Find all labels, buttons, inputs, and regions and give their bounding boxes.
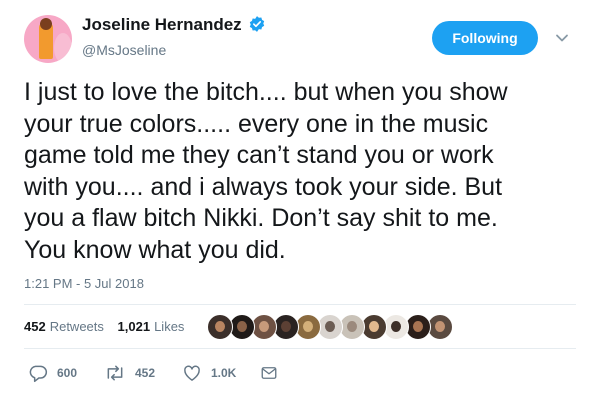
liker-avatar-face: [369, 321, 379, 332]
likes-stat[interactable]: 1,021 Likes: [118, 319, 185, 334]
reply-icon: [28, 363, 48, 383]
liker-avatar-face: [215, 321, 225, 332]
tweet-text-line: you a flaw bitch Nikki. Don’t say shit t…: [24, 204, 498, 233]
tweet-text-line: game told me they can’t stand you or wor…: [24, 141, 494, 170]
tweet-text-line: You know what you did.: [24, 235, 286, 264]
engagement-stats: 452 Retweets 1,021 Likes: [24, 319, 194, 334]
avatar-head: [40, 18, 52, 30]
liker-avatar-face: [391, 321, 401, 332]
chevron-down-icon[interactable]: [554, 30, 570, 46]
liker-avatar-face: [303, 321, 313, 332]
tweet-text-line: your true colors..... every one in the m…: [24, 109, 489, 138]
divider: [24, 348, 576, 349]
avatar[interactable]: [24, 15, 72, 63]
liker-avatar[interactable]: [207, 314, 233, 340]
like-button[interactable]: 1.0K: [182, 363, 236, 383]
retweet-count: 452: [135, 366, 156, 380]
likes-label: Likes: [154, 319, 185, 334]
tweet-timestamp[interactable]: 1:21 PM - 5 Jul 2018: [24, 276, 144, 291]
tweet-text: I just to love the bitch.... but when yo…: [24, 77, 584, 267]
liker-avatar-face: [259, 321, 269, 332]
heart-icon: [182, 363, 202, 383]
liker-avatar-face: [325, 321, 335, 332]
retweet-button[interactable]: 452: [104, 363, 155, 383]
retweets-count: 452: [24, 319, 46, 334]
display-name[interactable]: Joseline Hernandez: [82, 15, 242, 34]
tweet-text-line: with you.... and i always took your side…: [24, 172, 503, 201]
retweets-label: Retweets: [49, 319, 104, 334]
avatar-glow: [54, 33, 72, 63]
following-button[interactable]: Following: [432, 21, 538, 55]
tweet-text-line: I just to love the bitch.... but when yo…: [24, 78, 508, 106]
like-count: 1.0K: [211, 366, 237, 380]
liker-avatar-face: [413, 321, 423, 332]
reply-count: 600: [57, 366, 78, 380]
tweet-card: Joseline Hernandez @MsJoseline Following…: [0, 0, 600, 402]
liker-avatar-face: [435, 321, 445, 332]
liker-avatar-face: [237, 321, 247, 332]
user-info: Joseline Hernandez @MsJoseline: [82, 15, 266, 58]
liker-avatar-face: [347, 321, 357, 332]
divider: [24, 304, 576, 305]
likes-count: 1,021: [117, 319, 151, 334]
reply-button[interactable]: 600: [28, 363, 77, 383]
verified-badge-icon: [248, 15, 266, 38]
direct-message-button[interactable]: [260, 363, 278, 383]
liker-avatar-face: [281, 321, 291, 332]
retweet-icon: [104, 363, 126, 383]
username[interactable]: @MsJoseline: [82, 42, 266, 58]
envelope-icon: [260, 364, 278, 382]
retweets-stat[interactable]: 452 Retweets: [24, 319, 104, 334]
